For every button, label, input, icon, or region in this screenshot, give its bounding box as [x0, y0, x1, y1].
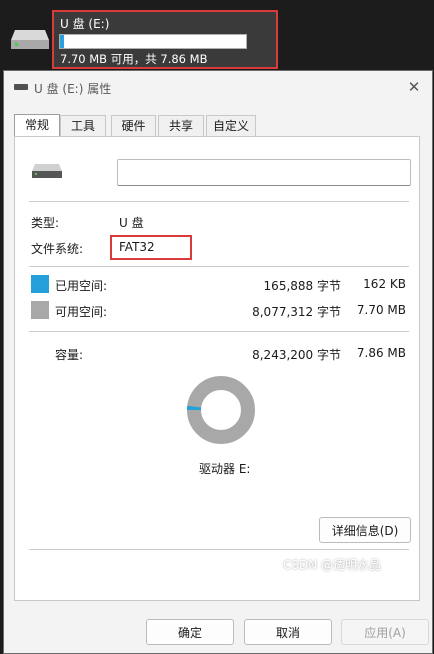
details-button[interactable]: 详细信息(D): [319, 517, 411, 543]
divider: [29, 201, 409, 202]
capacity-label: 容量:: [55, 348, 84, 362]
usage-donut: [187, 376, 255, 444]
free-space-size: 7.70 MB: [356, 303, 406, 317]
highlight-drive-tile: [52, 10, 278, 69]
divider: [29, 266, 409, 267]
tab-sharing[interactable]: 共享: [158, 115, 204, 136]
used-space-size: 162 KB: [363, 277, 406, 291]
type-value: U 盘: [119, 216, 144, 230]
drive-icon: [32, 164, 62, 178]
general-panel: 类型: U 盘 文件系统: FAT32 已用空间: 165,888 字节 162…: [14, 136, 420, 601]
close-icon[interactable]: ✕: [404, 77, 424, 97]
usb-drive-icon: [11, 30, 49, 49]
donut-free-segment: [187, 376, 255, 444]
used-space-swatch: [31, 275, 49, 293]
ok-button[interactable]: 确定: [146, 619, 234, 645]
free-space-bytes: 8,077,312 字节: [252, 305, 341, 319]
tab-tools[interactable]: 工具: [60, 115, 106, 136]
tab-general[interactable]: 常规: [14, 114, 60, 137]
used-space-label: 已用空间:: [55, 279, 108, 293]
dialog-title: U 盘 (E:) 属性: [34, 82, 112, 96]
watermark: CSDN @透明水晶: [283, 558, 382, 572]
cancel-button[interactable]: 取消: [244, 619, 332, 645]
filesystem-label: 文件系统:: [31, 242, 84, 256]
drive-label: 驱动器 E:: [199, 462, 251, 476]
free-space-swatch: [31, 301, 49, 319]
drive-title-icon: [14, 84, 28, 90]
capacity-bytes: 8,243,200 字节: [252, 348, 341, 362]
free-space-label: 可用空间:: [55, 305, 108, 319]
titlebar: U 盘 (E:) 属性 ✕: [4, 71, 432, 105]
capacity-size: 7.86 MB: [356, 346, 406, 360]
divider: [29, 331, 409, 332]
apply-button[interactable]: 应用(A): [341, 619, 429, 645]
type-label: 类型:: [31, 216, 60, 230]
tab-hardware[interactable]: 硬件: [111, 115, 156, 136]
used-space-bytes: 165,888 字节: [263, 279, 341, 293]
tab-customize[interactable]: 自定义: [206, 115, 256, 136]
highlight-filesystem: [110, 235, 192, 260]
volume-name-input[interactable]: [117, 159, 411, 186]
divider: [29, 549, 409, 550]
